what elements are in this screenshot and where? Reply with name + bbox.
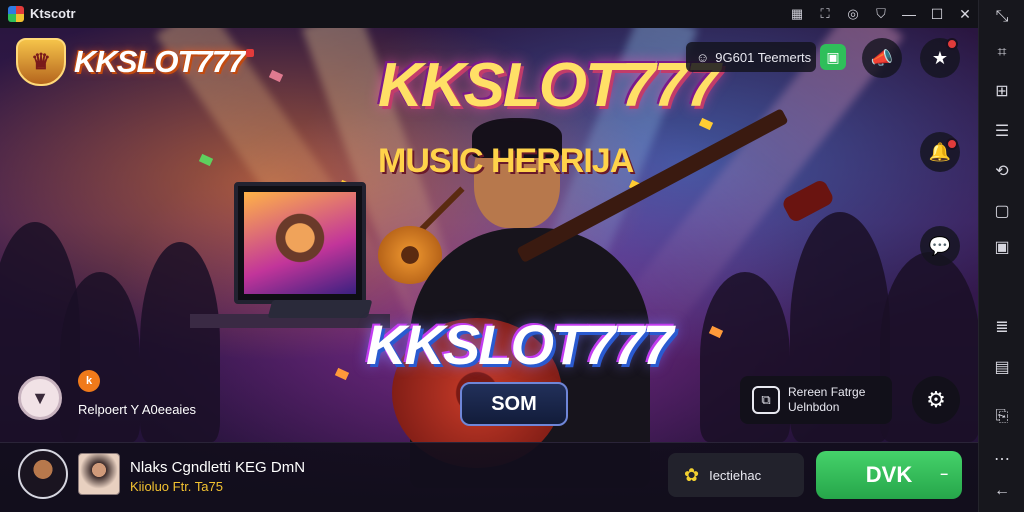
ok-suffix: –	[940, 465, 948, 481]
track-subtitle: Kiioluo Ftr. Ta75	[130, 479, 223, 494]
settings-gear-button[interactable]: ⚙	[912, 376, 960, 424]
brand-logo-text: KKSLOT777	[74, 44, 245, 79]
expand-icon[interactable]: ⤡	[988, 4, 1016, 30]
chat-bubble-button[interactable]: 💬	[920, 226, 960, 266]
online-label: 9G601 Teemerts	[715, 49, 812, 65]
confetti	[268, 69, 284, 83]
multi-instance-icon[interactable]: ⊞	[988, 78, 1016, 104]
keyboard-mapping-icon[interactable]: ⌗	[988, 40, 1016, 66]
minimize-button[interactable]: —	[898, 4, 920, 24]
hero-logo-text: KKSLOT777	[366, 313, 674, 376]
brand-logo: ♛ KKSLOT777	[16, 38, 255, 86]
fullscreen-icon[interactable]: ⛶	[814, 4, 836, 24]
chat-chip-icon[interactable]: ▣	[820, 44, 846, 70]
report-badge: k	[78, 370, 100, 392]
feature-card-text: Rereen Fatrge Uelnbdon	[788, 385, 865, 415]
rotate-icon[interactable]: ⟲	[988, 158, 1016, 184]
user-icon: ☺	[696, 49, 710, 65]
track-thumbnail[interactable]	[78, 453, 120, 495]
maximize-button[interactable]: ☐	[926, 4, 948, 24]
feature-card-line2: Uelnbdon	[788, 400, 840, 414]
title-controls: ▦ ⛶ ◎ ⛉ — ☐ ✕	[786, 4, 976, 24]
keyboard-graphic	[267, 300, 373, 318]
player-avatar[interactable]	[18, 449, 68, 499]
guitar-pick-button[interactable]: ✿ Iectiehac	[668, 453, 804, 497]
notification-dot	[946, 38, 958, 50]
macro-list-icon[interactable]: ≣	[988, 314, 1016, 340]
ok-label: DVK	[865, 462, 913, 487]
som-button[interactable]: SOM	[460, 382, 568, 426]
shield-icon[interactable]: ⛉	[870, 4, 892, 24]
app-title: Ktscotr	[30, 6, 76, 21]
files-icon[interactable]: ⎘	[988, 404, 1016, 430]
record-icon[interactable]: ▣	[988, 234, 1016, 260]
dots-icon[interactable]: ⋯	[988, 446, 1016, 472]
close-button[interactable]: ✕	[954, 4, 976, 24]
megaphone-button[interactable]: 📣	[862, 38, 902, 78]
monitor-graphic	[234, 182, 366, 304]
crown-crest-icon: ♛	[16, 38, 66, 86]
flower-icon: ✿	[684, 464, 700, 485]
expand-down-button[interactable]: ▼	[18, 376, 62, 420]
emulator-window: Ktscotr ▦ ⛶ ◎ ⛉ — ☐ ✕ ⤡ ⌗ ⊞ ☰ ⟲ ▢ ▣ ≣ ▤ …	[0, 0, 1024, 512]
guitar-pick-label: Iectiehac	[709, 467, 762, 483]
bottom-bar: Nlaks Cgndletti KEG DmN Kiioluo Ftr. Ta7…	[0, 442, 978, 512]
headline-title: KKSLOT777	[378, 51, 720, 120]
feature-card[interactable]: ⧉ Rereen Fatrge Uelnbdon	[740, 376, 892, 424]
confetti	[334, 367, 350, 381]
title-bar: Ktscotr ▦ ⛶ ◎ ⛉ — ☐ ✕	[0, 0, 1024, 28]
confetti	[198, 153, 214, 167]
game-viewport[interactable]: ♛ KKSLOT777 KKSLOT777 MUSIC HERRIJA KKSL…	[0, 28, 978, 512]
back-arrow-icon[interactable]: ←	[988, 478, 1016, 504]
window-grid-icon[interactable]: ▦	[786, 4, 808, 24]
track-title: Nlaks Cgndletti KEG DmN	[130, 459, 306, 476]
notification-dot	[946, 138, 958, 150]
more-icon[interactable]: ▤	[988, 354, 1016, 380]
ok-button[interactable]: DVK –	[816, 451, 962, 499]
feature-card-line1: Rereen Fatrge	[788, 385, 866, 399]
app-icon	[8, 6, 24, 22]
logo-badge	[246, 49, 255, 57]
gallery-icon: ⧉	[752, 386, 780, 414]
menu-list-icon[interactable]: ☰	[988, 118, 1016, 144]
settings-dial-icon[interactable]: ◎	[842, 4, 864, 24]
online-status-pill[interactable]: ☺ 9G601 Teemerts	[686, 42, 816, 72]
report-link[interactable]: Relpoert Y A0eeaies	[78, 402, 196, 417]
side-toolbar: ⤡ ⌗ ⊞ ☰ ⟲ ▢ ▣ ≣ ▤ ⎘ ⋯ ←	[978, 0, 1024, 512]
headline-subtitle: MUSIC HERRIJA	[378, 142, 634, 180]
screenshot-icon[interactable]: ▢	[988, 198, 1016, 224]
